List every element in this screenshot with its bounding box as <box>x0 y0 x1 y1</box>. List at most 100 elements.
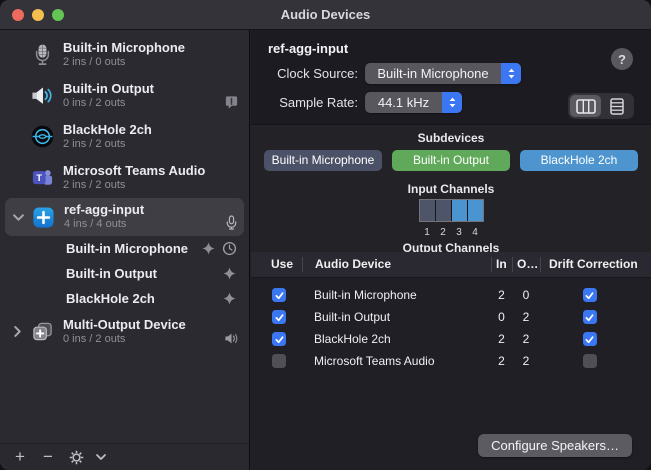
selected-device-title: ref-agg-input <box>268 41 634 56</box>
sample-rate-label: Sample Rate: <box>268 95 358 110</box>
device-row-ref-agg-input[interactable]: ref-agg-input 4 ins / 4 outs <box>5 198 244 236</box>
device-detail-panel: ref-agg-input ? Clock Source: Built-in M… <box>251 30 651 470</box>
column-out[interactable]: O… <box>512 257 540 272</box>
channel-cell-3 <box>452 200 467 221</box>
use-checkbox[interactable] <box>272 332 286 346</box>
channels-section: Subdevices Built-in Microphone Built-in … <box>251 125 651 252</box>
column-in[interactable]: In <box>491 257 512 272</box>
drift-correction-checkbox[interactable] <box>583 332 597 346</box>
row-out-count: 2 <box>512 332 540 346</box>
minimize-window-button[interactable] <box>32 9 44 21</box>
drift-correction-checkbox[interactable] <box>583 288 597 302</box>
subdevice-row-built-in-microphone[interactable]: Built-in Microphone <box>0 236 249 261</box>
close-window-button[interactable] <box>12 9 24 21</box>
use-checkbox[interactable] <box>272 354 286 368</box>
subdevice-pill-built-in-output[interactable]: Built-in Output <box>392 150 510 171</box>
channel-cell-2 <box>436 200 451 221</box>
sample-rate-value: 44.1 kHz <box>365 95 442 110</box>
table-row[interactable]: Built-in Microphone 2 0 <box>251 284 651 306</box>
row-out-count: 0 <box>512 288 540 302</box>
device-io-summary: 0 ins / 2 outs <box>63 97 224 111</box>
device-name: BlackHole 2ch <box>63 122 239 138</box>
subdevice-name: Built-in Microphone <box>66 241 201 256</box>
device-row-microsoft-teams-audio[interactable]: T Microsoft Teams Audio 2 ins / 2 outs <box>0 157 249 198</box>
use-checkbox[interactable] <box>272 310 286 324</box>
row-device-name: Microsoft Teams Audio <box>302 354 491 368</box>
subdevice-pill-built-in-microphone[interactable]: Built-in Microphone <box>264 150 382 171</box>
use-checkbox[interactable] <box>272 288 286 302</box>
device-io-summary: 2 ins / 2 outs <box>63 179 239 193</box>
input-channels-meter <box>419 199 484 222</box>
device-io-summary: 2 ins / 2 outs <box>63 138 239 152</box>
drift-correction-checkbox[interactable] <box>583 310 597 324</box>
column-drift-correction[interactable]: Drift Correction <box>540 257 651 272</box>
device-name: ref-agg-input <box>64 202 224 218</box>
columns-view-button[interactable] <box>570 95 601 117</box>
window-title: Audio Devices <box>281 7 371 22</box>
configure-speakers-button[interactable]: Configure Speakers… <box>478 434 632 457</box>
table-row[interactable]: Built-in Output 0 2 <box>251 306 651 328</box>
clock-source-popup[interactable]: Built-in Microphone <box>365 63 521 84</box>
sample-rate-popup[interactable]: 44.1 kHz <box>365 92 462 113</box>
drift-correction-checkbox[interactable] <box>583 354 597 368</box>
clock-source-value: Built-in Microphone <box>365 66 501 81</box>
device-row-built-in-output[interactable]: Built-in Output 0 ins / 2 outs <box>0 75 249 116</box>
device-name: Built-in Output <box>63 81 224 97</box>
device-row-multi-output-device[interactable]: Multi-Output Device 0 ins / 2 outs <box>0 311 249 352</box>
title-bar: Audio Devices <box>0 0 651 30</box>
table-header: Use Audio Device In O… Drift Correction <box>251 252 651 278</box>
remove-device-button[interactable]: − <box>36 446 60 468</box>
multi-output-device-icon <box>30 320 54 344</box>
row-in-count: 2 <box>491 332 512 346</box>
device-name: Built-in Microphone <box>63 40 239 56</box>
device-io-summary: 4 ins / 4 outs <box>64 218 224 232</box>
row-out-count: 2 <box>512 354 540 368</box>
subdevice-pill-blackhole-2ch[interactable]: BlackHole 2ch <box>520 150 638 171</box>
help-button[interactable]: ? <box>611 48 633 70</box>
device-row-blackhole-2ch[interactable]: BlackHole 2ch 2 ins / 2 outs <box>0 116 249 157</box>
detail-header: ref-agg-input ? Clock Source: Built-in M… <box>251 30 651 125</box>
view-mode-segmented-control <box>568 93 634 119</box>
chevron-right-icon[interactable] <box>4 326 30 337</box>
clock-source-label: Clock Source: <box>268 66 358 81</box>
column-use[interactable]: Use <box>251 257 302 272</box>
channel-cell-1 <box>420 200 435 221</box>
subdevice-row-built-in-output[interactable]: Built-in Output <box>0 261 249 286</box>
chevron-down-icon[interactable] <box>5 214 31 221</box>
row-in-count: 2 <box>491 288 512 302</box>
svg-text:T: T <box>36 173 42 184</box>
table-row[interactable]: Microsoft Teams Audio 2 2 <box>251 350 651 372</box>
speaker-icon <box>30 84 54 108</box>
popup-stepper-icon <box>442 92 462 113</box>
actions-chevron-down-icon[interactable] <box>92 446 110 468</box>
sparkle-icon <box>222 266 237 281</box>
subdevice-pills: Built-in Microphone Built-in Output Blac… <box>251 150 651 171</box>
microphone-icon <box>30 43 54 67</box>
subdevice-row-blackhole-2ch[interactable]: BlackHole 2ch <box>0 286 249 311</box>
device-sidebar: Built-in Microphone 2 ins / 0 outs Built… <box>0 30 250 470</box>
popup-stepper-icon <box>501 63 521 84</box>
list-view-button[interactable] <box>601 95 632 117</box>
table-row[interactable]: BlackHole 2ch 2 2 <box>251 328 651 350</box>
input-microphone-icon <box>224 215 239 230</box>
subdevice-name: Built-in Output <box>66 266 222 281</box>
alert-bubble-icon <box>224 95 239 110</box>
row-in-count: 0 <box>491 310 512 324</box>
device-list: Built-in Microphone 2 ins / 0 outs Built… <box>0 34 249 352</box>
sidebar-toolbar: + − <box>0 443 249 470</box>
device-io-summary: 0 ins / 2 outs <box>63 333 224 347</box>
device-name: Multi-Output Device <box>63 317 224 333</box>
device-row-built-in-microphone[interactable]: Built-in Microphone 2 ins / 0 outs <box>0 34 249 75</box>
channel-cell-4 <box>468 200 483 221</box>
audio-devices-window: Audio Devices Built-in Microphone 2 ins … <box>0 0 651 470</box>
actions-gear-button[interactable] <box>64 446 88 468</box>
volume-icon <box>224 331 239 346</box>
column-audio-device[interactable]: Audio Device <box>302 257 491 272</box>
subdevices-header: Subdevices <box>251 131 651 145</box>
sparkle-icon <box>201 241 216 256</box>
zoom-window-button[interactable] <box>52 9 64 21</box>
blackhole-icon <box>30 125 54 149</box>
row-out-count: 2 <box>512 310 540 324</box>
row-device-name: Built-in Microphone <box>302 288 491 302</box>
add-device-button[interactable]: + <box>8 446 32 468</box>
